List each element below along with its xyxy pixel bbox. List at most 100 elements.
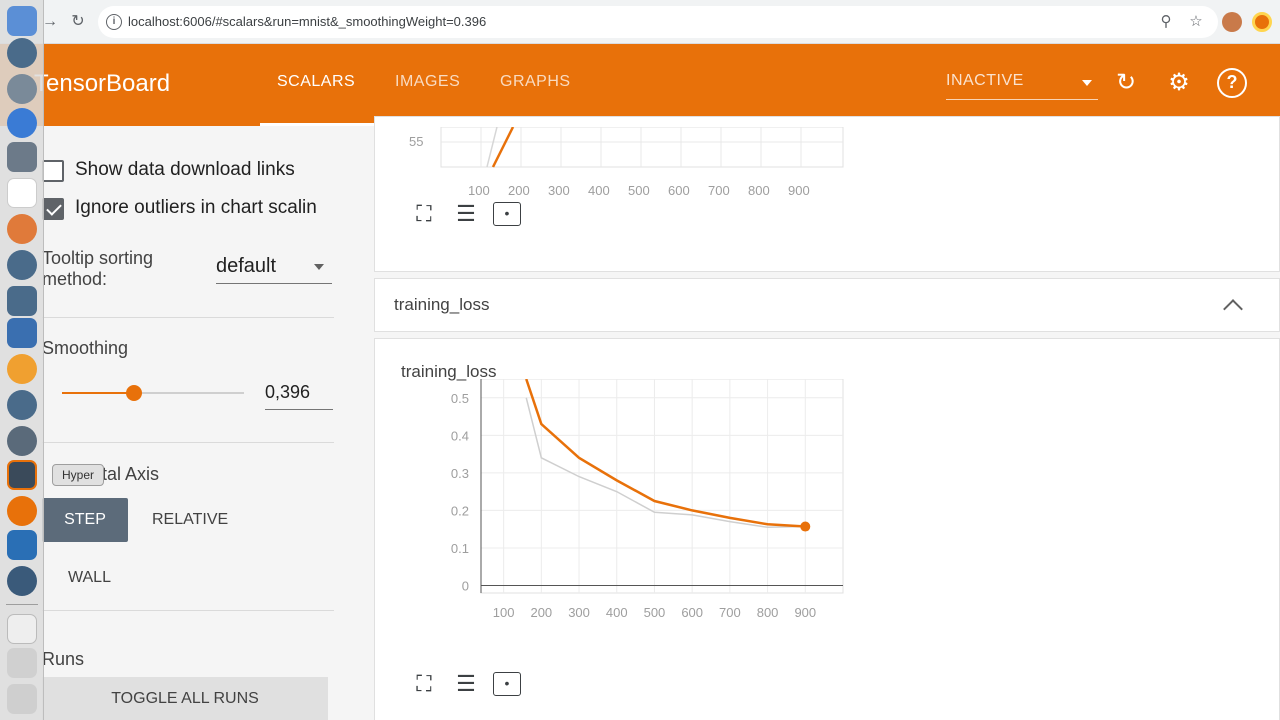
smoothing-label: Smoothing [42, 338, 129, 358]
fullscreen-icon[interactable]: ⛶ [409, 669, 439, 699]
checkbox-label: Ignore outliers in chart scalin [75, 197, 317, 218]
zoom-icon[interactable]: ⚲ [1156, 12, 1176, 32]
tensorboard-header: TensorBoard SCALARS IMAGES GRAPHS INACTI… [0, 44, 1280, 126]
x-tick-label: 100 [493, 605, 515, 620]
top-chart-x-tick: 500 [628, 183, 650, 198]
training-loss-section-header[interactable]: training_loss [374, 278, 1280, 332]
smoothed-series-line [525, 379, 806, 528]
top-chart-x-tick: 300 [548, 183, 570, 198]
calendar-icon[interactable] [7, 178, 37, 208]
chrome-icon[interactable] [7, 496, 37, 526]
dropdown-arrow-icon [1082, 80, 1092, 86]
y-tick-label: 0 [462, 578, 469, 593]
x-tick-label: 200 [530, 605, 552, 620]
tooltip-sorting-label: Tooltip sorting [42, 248, 154, 268]
reload-icon[interactable]: ↻ [68, 12, 88, 32]
relative-axis-button[interactable]: RELATIVE [152, 511, 228, 529]
fit-domain-icon[interactable]: • [493, 672, 521, 696]
tooltip-sorting-select[interactable]: default [216, 250, 332, 284]
tab-graphs[interactable]: GRAPHS [500, 73, 571, 91]
dropdown-arrow-icon [314, 264, 324, 270]
address-bar[interactable]: i localhost:6006/#scalars&run=mnist&_smo… [98, 6, 1218, 38]
macos-dock: Hyper [0, 0, 104, 720]
checkbox-label: Show data download links [75, 159, 295, 180]
top-chart-y-tick: 55 [409, 134, 424, 149]
training-loss-chart-card: training_loss 100 200 300 400 500 600 700 800 90… [374, 338, 1280, 720]
top-chart-x-tick: 400 [588, 183, 610, 198]
system-prefs-icon[interactable] [7, 74, 37, 104]
x-tick-label: 700 [719, 605, 741, 620]
fullscreen-icon[interactable]: ⛶ [409, 199, 439, 229]
extension-icon[interactable] [1252, 12, 1272, 32]
step-axis-button[interactable]: STEP [42, 498, 128, 542]
data-table-icon[interactable]: ☰ [451, 199, 481, 229]
last-point-marker [800, 521, 811, 532]
divider [42, 442, 334, 443]
top-chart-x-tick: 100 [468, 183, 490, 198]
music-icon[interactable] [7, 354, 37, 384]
url-text: localhost:6006/#scalars&run=mnist&_smoot… [128, 14, 487, 29]
profile-avatar[interactable] [1222, 12, 1242, 32]
keynote-icon[interactable] [7, 318, 37, 348]
top-chart-x-tick: 200 [508, 183, 530, 198]
document-icon[interactable] [7, 614, 37, 644]
photos-icon[interactable] [7, 214, 37, 244]
x-tick-label: 500 [644, 605, 666, 620]
horizontal-axis-label: tal Axis [102, 464, 160, 484]
site-info-icon[interactable]: i [106, 14, 122, 30]
x-tick-label: 600 [681, 605, 703, 620]
collapse-chevron-icon[interactable] [1223, 299, 1243, 319]
messages-icon[interactable] [7, 250, 37, 280]
plot-frame [480, 379, 844, 594]
slider-thumb[interactable] [126, 385, 143, 401]
settings-gear-icon[interactable]: ⚙ [1164, 68, 1194, 98]
browser-toolbar: → ↻ i localhost:6006/#scalars&run=mnist&… [0, 0, 1280, 44]
fit-domain-icon[interactable]: • [493, 202, 521, 226]
activity-monitor-icon[interactable] [7, 426, 37, 456]
divider [42, 317, 334, 318]
inactive-dashboards-select[interactable]: INACTIVE [946, 70, 1098, 100]
downloads-icon[interactable] [7, 648, 37, 678]
top-chart-x-tick: 800 [748, 183, 770, 198]
top-chart-x-tick: 700 [708, 183, 730, 198]
top-chart-x-tick: 900 [788, 183, 810, 198]
y-tick-label: 0.5 [451, 391, 469, 406]
bookmark-star-icon[interactable]: ☆ [1186, 12, 1206, 32]
training-loss-chart[interactable]: 100 200 300 400 500 600 700 800 900 0 0.1 0.2 0.3 0.4… [419, 379, 899, 649]
accuracy-chart-card: 55 100 200 300 400 500 600 700 800 900 ⛶ ☰ • [374, 116, 1280, 272]
checkbox-icon[interactable] [42, 160, 64, 182]
scalars-main: 55 100 200 300 400 500 600 700 800 900 ⛶ ☰ • tra… [362, 116, 1280, 720]
raw-series-line [525, 397, 806, 529]
reload-data-icon[interactable]: ↻ [1111, 68, 1141, 98]
chat-icon[interactable] [7, 566, 37, 596]
smoothing-slider[interactable] [62, 385, 244, 401]
preview-icon[interactable] [7, 142, 37, 172]
dock-tooltip: Hyper [52, 464, 104, 486]
data-table-icon[interactable]: ☰ [451, 669, 481, 699]
x-tick-label: 900 [794, 605, 816, 620]
trash-icon[interactable] [7, 684, 37, 714]
slider-fill [62, 392, 135, 394]
x-tick-label: 400 [606, 605, 628, 620]
tab-scalars[interactable]: SCALARS [277, 73, 355, 91]
launchpad-icon[interactable] [7, 38, 37, 68]
tab-images[interactable]: IMAGES [395, 73, 460, 91]
y-tick-label: 0.2 [451, 503, 469, 518]
wall-axis-button[interactable]: WALL [68, 569, 111, 587]
top-chart-x-tick: 600 [668, 183, 690, 198]
finder-icon[interactable] [7, 6, 37, 36]
hyper-terminal-icon[interactable] [7, 460, 37, 490]
inactive-select-label: INACTIVE [946, 72, 1024, 89]
y-tick-label: 0.4 [451, 428, 469, 443]
vscode-icon[interactable] [7, 530, 37, 560]
facetime-icon[interactable] [7, 286, 37, 316]
toggle-all-runs-button[interactable]: TOGGLE ALL RUNS [42, 677, 328, 720]
smoothing-value-input[interactable]: 0,396 [265, 378, 333, 410]
section-title: training_loss [394, 295, 490, 314]
help-icon[interactable]: ? [1217, 68, 1247, 98]
safari-icon[interactable] [7, 108, 37, 138]
app-store-icon[interactable] [7, 390, 37, 420]
checkbox-checked-icon[interactable] [42, 198, 64, 220]
divider [42, 610, 334, 611]
tooltip-sorting-label-2: method: [42, 269, 108, 289]
